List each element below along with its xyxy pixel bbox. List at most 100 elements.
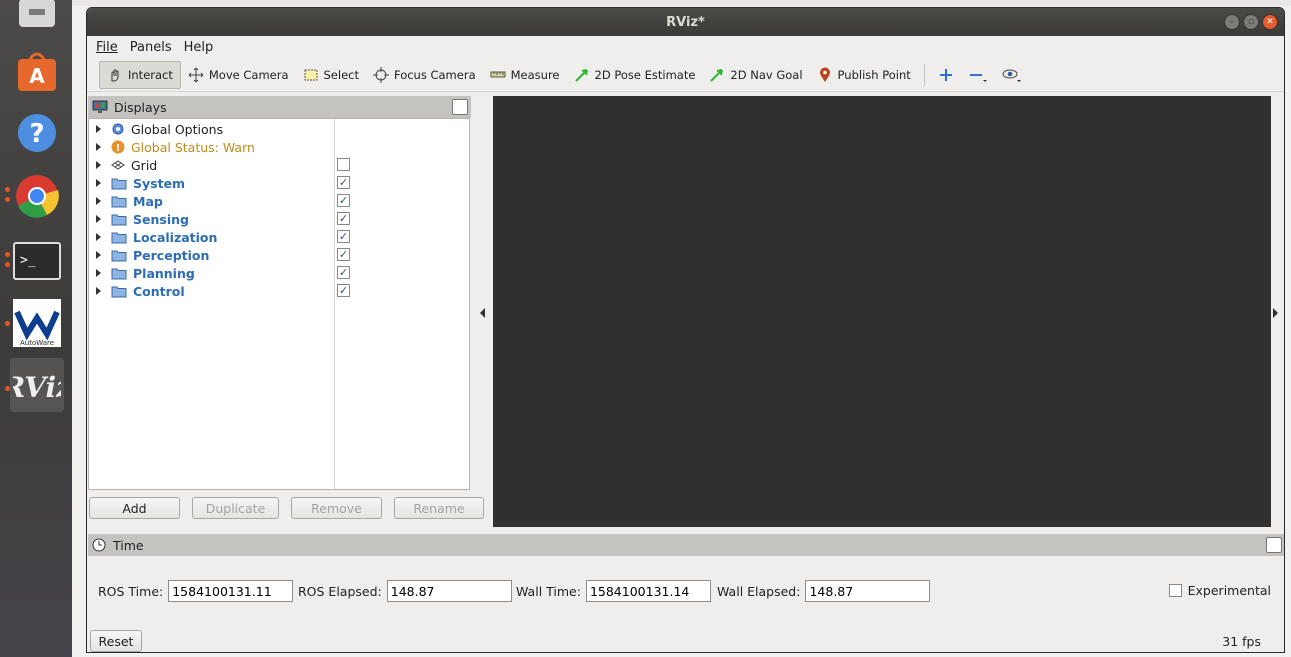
display-label: Perception (133, 247, 210, 263)
dock-rviz-icon[interactable]: RViz (10, 358, 64, 412)
control-enable-checkbox[interactable]: ✓ (337, 284, 350, 297)
experimental-option[interactable]: Experimental (1168, 583, 1271, 598)
move-camera-tool-button[interactable]: Move Camera (181, 61, 296, 89)
map-pin-icon (819, 67, 830, 82)
display-row-sensing[interactable]: Sensing ✓ (89, 210, 469, 228)
expand-arrow-icon[interactable] (96, 161, 101, 169)
wall-elapsed-input[interactable] (805, 580, 931, 602)
system-enable-checkbox[interactable]: ✓ (337, 176, 350, 189)
remove-tool-button[interactable] (961, 61, 995, 89)
menu-help[interactable]: Help (184, 40, 214, 55)
measure-tool-button[interactable]: Measure (483, 61, 567, 89)
measure-label: Measure (510, 67, 560, 82)
display-row-control[interactable]: Control ✓ (89, 282, 469, 300)
expand-arrow-icon[interactable] (96, 143, 101, 151)
minus-icon (969, 73, 987, 82)
sensing-enable-checkbox[interactable]: ✓ (337, 212, 350, 225)
experimental-checkbox[interactable] (1168, 584, 1182, 597)
minimize-button[interactable]: – (1224, 14, 1240, 30)
nav-goal-tool-button[interactable]: 2D Nav Goal (702, 61, 809, 89)
rename-display-button[interactable]: Rename (394, 497, 484, 519)
map-enable-checkbox[interactable]: ✓ (337, 194, 350, 207)
focus-camera-tool-button[interactable]: Focus Camera (366, 61, 483, 89)
display-row-perception[interactable]: Perception ✓ (89, 246, 469, 264)
plus-icon (939, 68, 952, 81)
ros-elapsed-label: ROS Elapsed: (298, 583, 382, 599)
display-label: Grid (131, 157, 158, 173)
fps-readout: 31 fps (1222, 634, 1261, 649)
folder-icon (111, 268, 127, 279)
visibility-tool-button[interactable] (995, 61, 1029, 89)
maximize-button[interactable]: ▫ (1243, 14, 1259, 30)
reset-button[interactable]: Reset (90, 630, 142, 652)
display-row-localization[interactable]: Localization ✓ (89, 228, 469, 246)
clock-icon (92, 538, 106, 552)
display-label: Control (133, 283, 185, 299)
time-panel-body: ROS Time: ROS Elapsed: Wall Time: Wall E… (88, 556, 1284, 652)
displays-panel-header: Displays (88, 96, 471, 118)
perception-enable-checkbox[interactable]: ✓ (337, 248, 350, 261)
display-label: Sensing (133, 211, 189, 227)
expand-arrow-icon[interactable] (96, 197, 101, 205)
expand-arrow-icon[interactable] (96, 215, 101, 223)
display-row-map[interactable]: Map ✓ (89, 192, 469, 210)
monitor-icon (92, 100, 108, 113)
ros-elapsed-field: ROS Elapsed: (298, 580, 512, 602)
title-bar[interactable]: RViz* – ▫ ✕ (87, 8, 1284, 36)
grid-enable-checkbox[interactable] (337, 158, 350, 171)
autoware-label: AutoWare (20, 339, 54, 347)
dock-chrome-icon[interactable] (10, 169, 64, 223)
display-row-global-options[interactable]: Global Options (89, 120, 469, 138)
add-tool-button[interactable] (931, 61, 961, 89)
select-label: Select (323, 67, 359, 82)
wall-elapsed-label: Wall Elapsed: (717, 583, 801, 599)
dock-software-center-icon[interactable]: A (10, 44, 64, 98)
collapse-left-arrow-icon[interactable] (480, 308, 485, 318)
pose-estimate-label: 2D Pose Estimate (594, 67, 696, 82)
collapse-right-arrow-icon[interactable] (1273, 308, 1278, 318)
menu-panels[interactable]: Panels (130, 40, 172, 55)
expand-arrow-icon[interactable] (96, 179, 101, 187)
3d-viewport[interactable] (493, 96, 1271, 527)
pose-estimate-tool-button[interactable]: 2D Pose Estimate (567, 61, 703, 89)
ros-time-input[interactable] (168, 580, 294, 602)
displays-panel-close-button[interactable] (452, 99, 468, 115)
menu-file[interactable]: File (96, 40, 118, 55)
dock-autoware-icon[interactable]: AutoWare (10, 296, 64, 350)
duplicate-display-button[interactable]: Duplicate (192, 497, 279, 519)
interact-tool-button[interactable]: Interact (99, 60, 181, 89)
expand-arrow-icon[interactable] (96, 251, 101, 259)
publish-point-tool-button[interactable]: Publish Point (810, 61, 918, 89)
display-row-grid[interactable]: Grid (89, 156, 469, 174)
wall-time-label: Wall Time: (516, 583, 581, 599)
select-tool-button[interactable]: Select (296, 61, 366, 89)
svg-text:!: ! (116, 143, 121, 154)
display-row-system[interactable]: System ✓ (89, 174, 469, 192)
remove-display-button[interactable]: Remove (291, 497, 382, 519)
display-row-planning[interactable]: Planning ✓ (89, 264, 469, 282)
dock-files-icon[interactable] (10, 0, 64, 38)
wall-time-input[interactable] (585, 580, 711, 602)
localization-enable-checkbox[interactable]: ✓ (337, 230, 350, 243)
toolbar-separator (923, 63, 925, 86)
expand-arrow-icon[interactable] (96, 287, 101, 295)
display-label: Global Status: Warn (131, 139, 255, 155)
ros-elapsed-input[interactable] (386, 580, 512, 602)
display-row-global-status[interactable]: ! Global Status: Warn (89, 138, 469, 156)
expand-arrow-icon[interactable] (96, 233, 101, 241)
svg-text:>_: >_ (20, 253, 36, 268)
folder-icon (111, 250, 127, 261)
dock-help-icon[interactable]: ? (10, 106, 64, 160)
expand-arrow-icon[interactable] (96, 269, 101, 277)
nav-goal-label: 2D Nav Goal (730, 67, 803, 82)
focus-camera-label: Focus Camera (393, 67, 476, 82)
dock-terminal-icon[interactable]: >_ (10, 234, 64, 288)
planning-enable-checkbox[interactable]: ✓ (337, 266, 350, 279)
svg-text:RViz: RViz (13, 371, 61, 404)
time-panel-close-button[interactable] (1266, 537, 1282, 553)
add-display-button[interactable]: Add (89, 497, 180, 519)
display-label: Global Options (131, 121, 224, 137)
close-button[interactable]: ✕ (1262, 14, 1278, 30)
time-panel-header: Time (88, 534, 1284, 556)
expand-arrow-icon[interactable] (96, 125, 101, 133)
